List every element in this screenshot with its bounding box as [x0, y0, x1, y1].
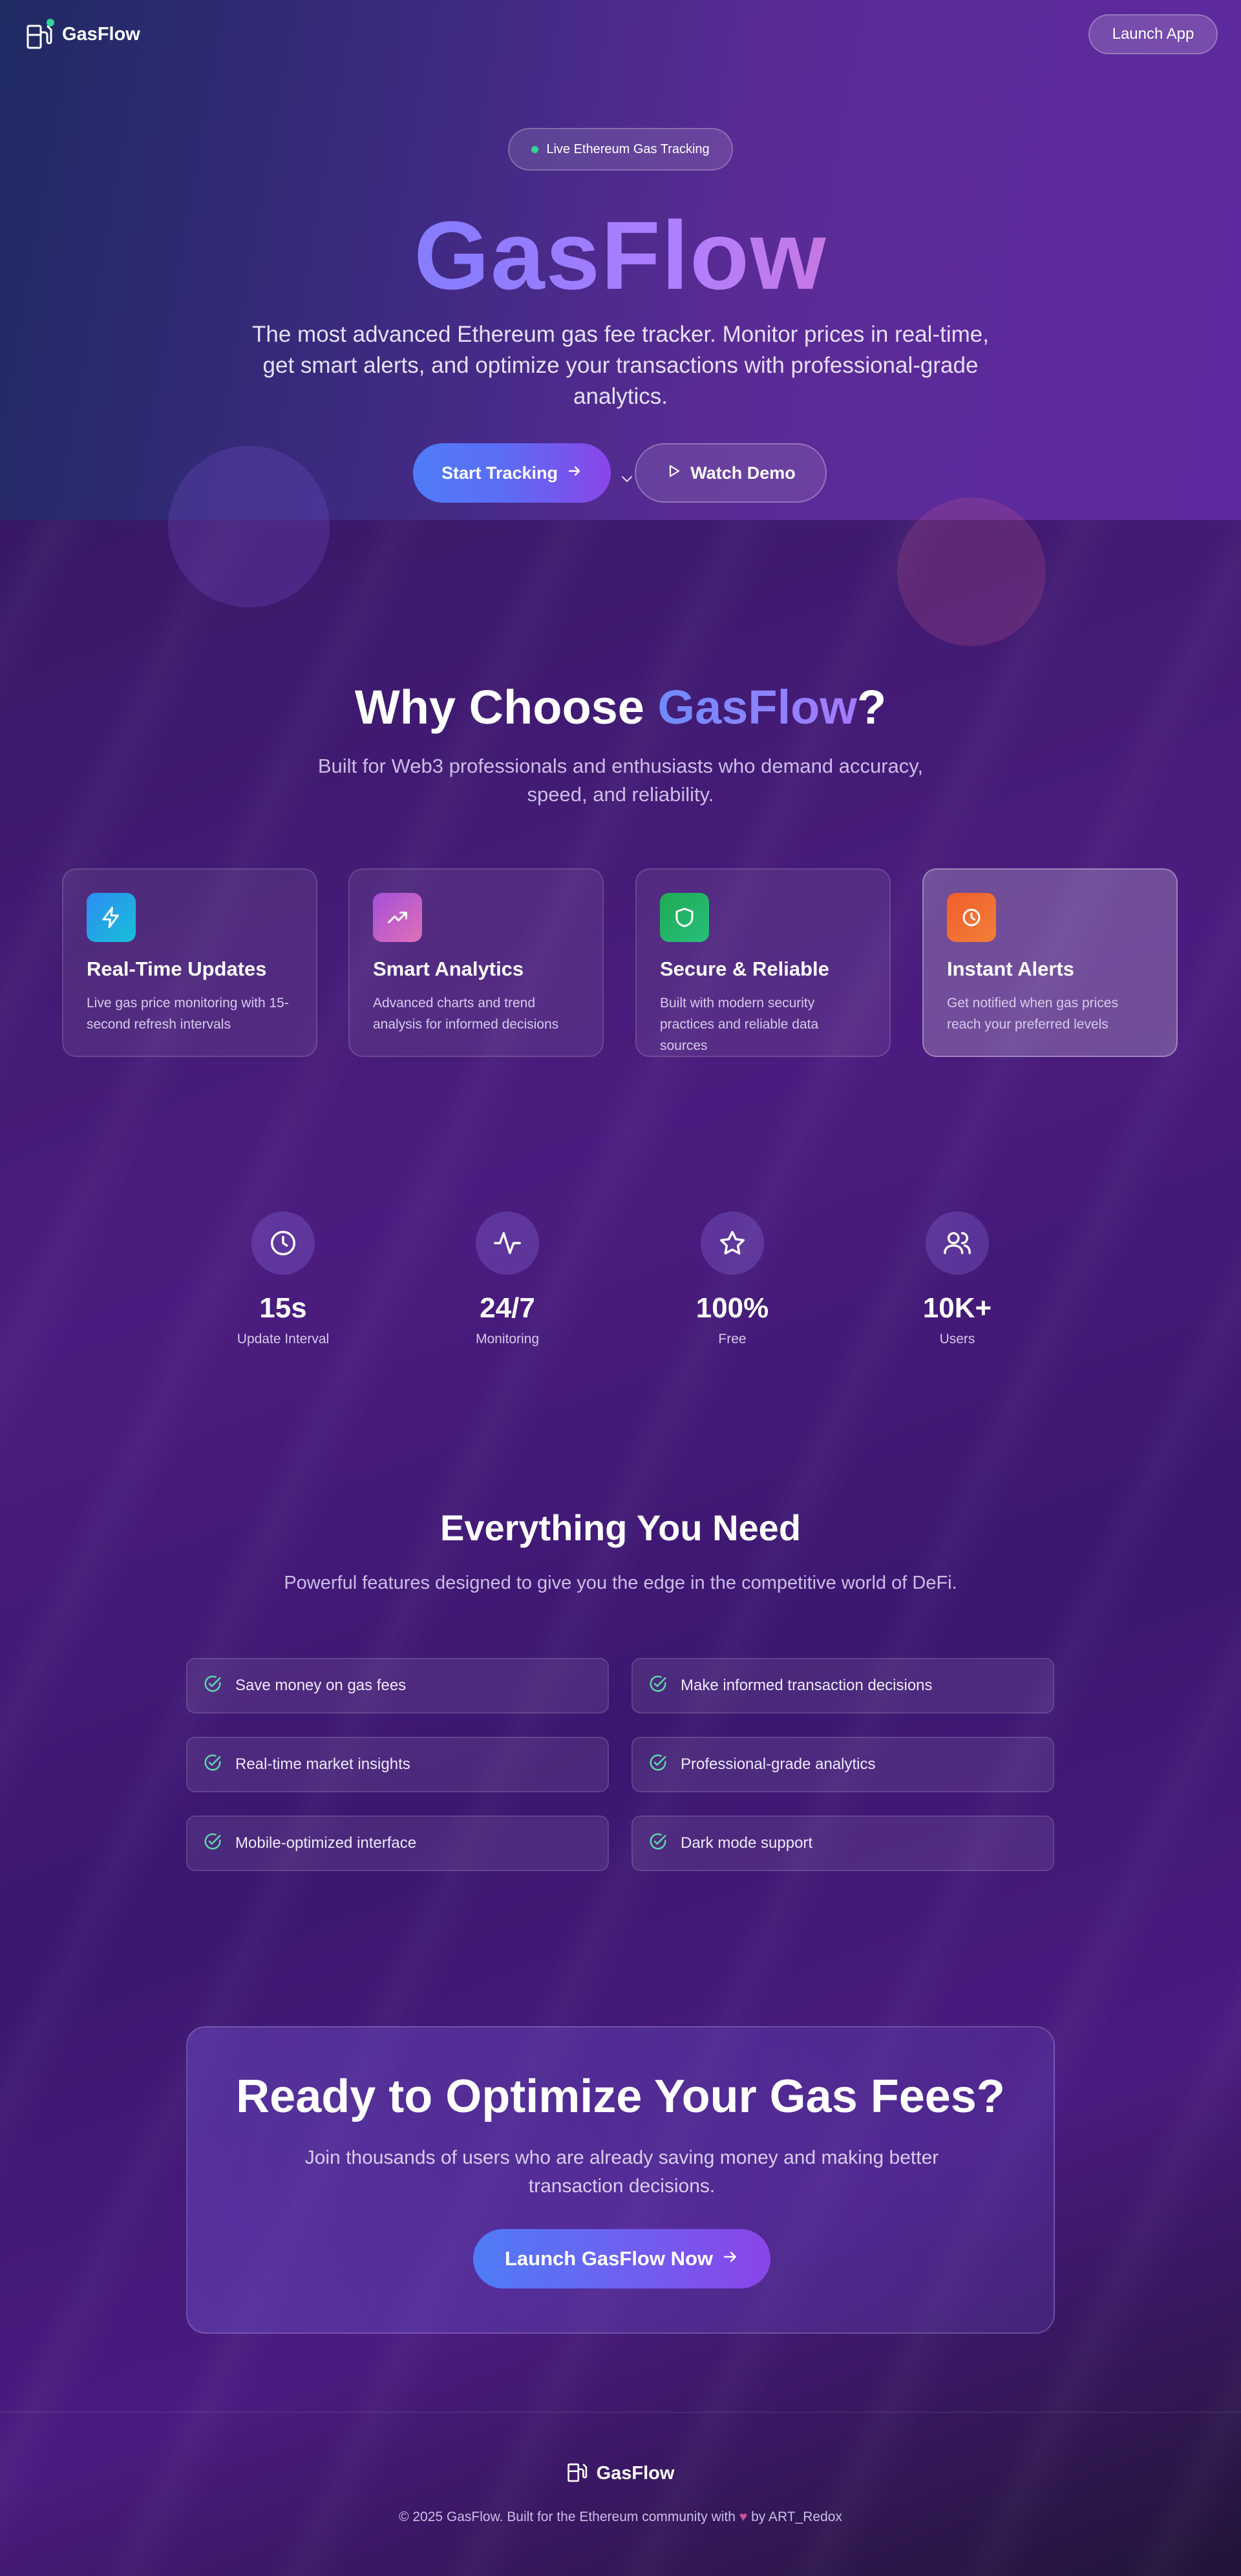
decorative-bubble — [897, 497, 1046, 646]
benefit-label: Save money on gas fees — [235, 1677, 407, 1694]
lightning-icon — [87, 893, 136, 942]
watch-demo-button[interactable]: Watch Demo — [635, 443, 827, 503]
chevron-down-icon — [619, 470, 635, 487]
stat-label: Update Interval — [237, 1332, 330, 1346]
feature-card-analytics[interactable]: Smart Analytics Advanced charts and tren… — [348, 868, 604, 1057]
launch-gasflow-button[interactable]: Launch GasFlow Now — [473, 2229, 770, 2288]
clock-icon — [251, 1211, 315, 1275]
stat-label: Monitoring — [475, 1332, 540, 1346]
benefit-label: Make informed transaction decisions — [681, 1677, 933, 1694]
users-icon — [926, 1211, 989, 1275]
feature-card-title: Secure & Reliable — [660, 958, 829, 980]
launch-gasflow-label: Launch GasFlow Now — [504, 2247, 714, 2270]
arrow-right-icon — [567, 463, 582, 483]
start-tracking-button[interactable]: Start Tracking — [413, 443, 611, 503]
cta-subtitle: Join thousands of users who are already … — [304, 2147, 939, 2197]
stat-label: Free — [718, 1332, 747, 1346]
needs-subtitle: Powerful features designed to give you t… — [284, 1573, 957, 1593]
hero-title: GasFlow — [0, 200, 1241, 310]
benefit-item: Dark mode support — [631, 1816, 1054, 1871]
check-circle-icon — [648, 1832, 668, 1856]
decorative-bubble — [168, 446, 330, 607]
benefit-item: Mobile-optimized interface — [186, 1816, 609, 1871]
copyright-author: by ART_Redox — [751, 2509, 842, 2524]
live-badge-label: Live Ethereum Gas Tracking — [546, 141, 710, 156]
stat-label: Users — [939, 1332, 975, 1346]
activity-icon — [476, 1211, 539, 1275]
brand-name: GasFlow — [62, 23, 140, 45]
why-subtitle: Built for Web3 professionals and enthusi… — [317, 755, 924, 806]
benefit-item: Make informed transaction decisions — [631, 1658, 1054, 1713]
feature-card-alerts[interactable]: Instant Alerts Get notified when gas pri… — [922, 868, 1178, 1057]
check-circle-icon — [648, 1753, 668, 1777]
heart-icon: ♥ — [739, 2509, 748, 2524]
why-title: Why Choose GasFlow? — [0, 678, 1241, 737]
benefit-label: Dark mode support — [681, 1834, 813, 1852]
why-title-prefix: Why Choose — [354, 680, 658, 734]
trend-up-icon — [373, 893, 422, 942]
play-icon — [666, 463, 681, 483]
feature-card-realtime[interactable]: Real-Time Updates Live gas price monitor… — [62, 868, 317, 1057]
needs-title: Everything You Need — [440, 1507, 801, 1548]
live-dot — [531, 145, 539, 153]
feature-card-desc: Live gas price monitoring with 15-second… — [87, 996, 289, 1032]
benefit-item: Real-time market insights — [186, 1737, 609, 1792]
benefit-label: Professional-grade analytics — [681, 1755, 876, 1773]
stat-free: 100% Free — [648, 1211, 816, 1347]
stat-value: 24/7 — [480, 1292, 535, 1324]
feature-card-desc: Advanced charts and trend analysis for i… — [373, 996, 559, 1032]
benefit-item: Save money on gas fees — [186, 1658, 609, 1713]
footer-brand-name: GasFlow — [596, 2462, 675, 2484]
hero-subtitle: The most advanced Ethereum gas fee track… — [252, 322, 989, 409]
check-circle-icon — [203, 1674, 222, 1698]
feature-card-desc: Built with modern security practices and… — [660, 996, 819, 1053]
benefit-label: Real-time market insights — [235, 1755, 410, 1773]
footer-divider — [0, 2412, 1241, 2413]
stat-value: 100% — [695, 1292, 769, 1324]
brand-logo[interactable]: GasFlow — [26, 18, 140, 50]
feature-card-title: Instant Alerts — [947, 958, 1074, 980]
stat-value: 15s — [259, 1292, 307, 1324]
feature-card-title: Smart Analytics — [373, 958, 524, 980]
star-icon — [701, 1211, 764, 1275]
check-circle-icon — [648, 1674, 668, 1698]
cta-panel: Ready to Optimize Your Gas Fees? Join th… — [186, 2026, 1055, 2334]
arrow-right-icon — [722, 2247, 739, 2270]
hero-section: GasFlow Launch App Live Ethereum Gas Tra… — [0, 0, 1241, 646]
feature-card-desc: Get notified when gas prices reach your … — [947, 996, 1118, 1032]
stat-update-interval: 15s Update Interval — [199, 1211, 367, 1347]
benefit-label: Mobile-optimized interface — [235, 1834, 417, 1852]
alarm-clock-icon — [947, 893, 996, 942]
copyright-text: © 2025 GasFlow. Built for the Ethereum c… — [399, 2509, 736, 2524]
launch-app-button[interactable]: Launch App — [1088, 14, 1218, 54]
footer-brand[interactable]: GasFlow — [0, 2458, 1241, 2488]
stat-value: 10K+ — [922, 1292, 992, 1324]
footer-copyright: © 2025 GasFlow. Built for the Ethereum c… — [0, 2509, 1241, 2525]
check-circle-icon — [203, 1832, 222, 1856]
feature-card-secure[interactable]: Secure & Reliable Built with modern secu… — [635, 868, 891, 1057]
benefit-item: Professional-grade analytics — [631, 1737, 1054, 1792]
gas-pump-icon — [567, 2458, 589, 2488]
live-badge: Live Ethereum Gas Tracking — [508, 128, 733, 171]
stat-monitoring: 24/7 Monitoring — [423, 1211, 591, 1347]
stat-users: 10K+ Users — [873, 1211, 1041, 1347]
cta-title: Ready to Optimize Your Gas Fees? — [236, 2071, 1005, 2122]
why-title-highlight: GasFlow — [657, 680, 857, 734]
shield-icon — [660, 893, 709, 942]
feature-card-title: Real-Time Updates — [87, 958, 267, 980]
gas-pump-icon — [26, 18, 54, 50]
watch-demo-label: Watch Demo — [690, 463, 796, 483]
why-title-suffix: ? — [856, 680, 887, 734]
start-tracking-label: Start Tracking — [441, 463, 558, 483]
check-circle-icon — [203, 1753, 222, 1777]
